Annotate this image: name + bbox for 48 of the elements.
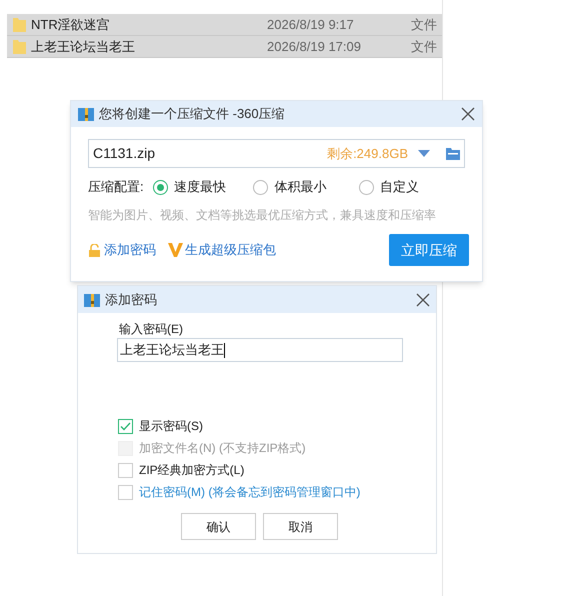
- dropdown-icon[interactable]: [418, 150, 430, 157]
- file-type: 文件: [411, 38, 437, 56]
- file-row[interactable]: NTR淫欲迷宫 2026/8/19 9:17 文件: [7, 14, 442, 36]
- config-label: 压缩配置:: [88, 178, 145, 196]
- dialog-button[interactable]: 取消: [263, 513, 338, 540]
- radio-option[interactable]: 速度最快: [153, 177, 254, 197]
- checkbox-label: 显示密码(S): [139, 418, 203, 435]
- password-value: 上老王论坛当老王: [120, 341, 224, 360]
- checkbox-label: 加密文件名(N) (不支持ZIP格式): [139, 440, 306, 457]
- password-field[interactable]: 上老王论坛当老王: [117, 338, 403, 362]
- window-title: 添加密码: [105, 290, 158, 309]
- radio-option[interactable]: 自定义: [359, 177, 465, 197]
- checkbox[interactable]: [118, 484, 133, 500]
- radio-label: 速度最快: [174, 178, 226, 196]
- folder-icon[interactable]: [446, 148, 460, 160]
- add-password-link[interactable]: 添加密码: [104, 240, 156, 260]
- archive-icon: [78, 107, 94, 121]
- close-icon[interactable]: [416, 292, 430, 306]
- filename-field[interactable]: C1131.zip 剩余:249.8GB: [88, 139, 465, 168]
- radio-button[interactable]: [153, 180, 168, 194]
- close-icon[interactable]: [461, 107, 475, 121]
- file-date: 2026/8/19 9:17: [267, 16, 355, 34]
- folder-icon: [13, 39, 26, 54]
- free-space: 剩余:249.8GB: [327, 144, 408, 163]
- checkbox-label: ZIP经典加密方式(L): [139, 462, 244, 479]
- radio-option[interactable]: 体积最小: [253, 177, 360, 197]
- file-type: 文件: [411, 16, 437, 34]
- v-icon: [168, 243, 183, 257]
- window-title: 您将创建一个压缩文件 -360压缩: [99, 105, 286, 124]
- padlock-icon: [88, 244, 101, 256]
- hint-text: 智能为图片、视频、文档等挑选最优压缩方式，兼具速度和压缩率: [88, 207, 437, 224]
- checkbox[interactable]: [118, 418, 133, 434]
- super-package-link[interactable]: 生成超级压缩包: [185, 240, 389, 260]
- checkbox-label: 记住密码(M) (将会备忘到密码管理窗口中): [139, 484, 360, 501]
- field-label: 输入密码(E): [119, 321, 184, 338]
- checkbox[interactable]: [118, 462, 133, 478]
- radio-button[interactable]: [253, 180, 268, 194]
- archive-icon: [84, 292, 100, 306]
- file-name: 上老王论坛当老王: [31, 38, 136, 56]
- filename-value: C1131.zip: [93, 144, 156, 163]
- folder-icon: [13, 17, 26, 32]
- dialog-button[interactable]: 确认: [181, 513, 256, 540]
- file-row[interactable]: 上老王论坛当老王 2026/8/19 17:09 文件: [7, 36, 442, 58]
- file-name: NTR淫欲迷宫: [31, 16, 111, 34]
- radio-label: 自定义: [380, 178, 420, 196]
- radio-button[interactable]: [359, 180, 374, 194]
- file-date: 2026/8/19 17:09: [267, 38, 362, 56]
- radio-label: 体积最小: [274, 178, 326, 196]
